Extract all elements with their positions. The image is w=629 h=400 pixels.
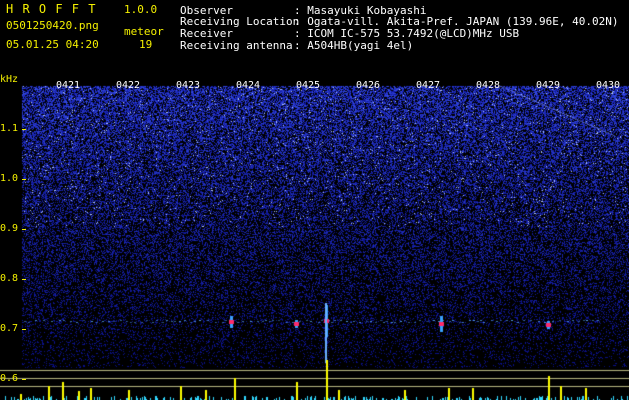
freq-unit-label: kHz <box>0 74 19 85</box>
freq-tick <box>22 379 26 380</box>
antenna-label: Receiving antenna <box>180 39 293 52</box>
freq-tick <box>22 279 26 280</box>
file-name: 0501250420.png <box>6 19 99 32</box>
freq-label-0-8: 0.8 <box>0 273 19 284</box>
header-panel: H R O F F T 1.0.0 0501250420.png meteor … <box>0 0 629 78</box>
time-label-0429: 0429 <box>536 80 561 91</box>
time-label-0426: 0426 <box>356 80 381 91</box>
time-label-0427: 0427 <box>416 80 441 91</box>
date-time: 05.01.25 04:20 <box>6 38 99 51</box>
app-title: H R O F F T <box>6 2 97 16</box>
freq-tick <box>22 179 26 180</box>
meteor-label: meteor <box>124 25 164 38</box>
time-label-0430: 0430 <box>596 80 621 91</box>
freq-label-1-0: 1.0 <box>0 173 19 184</box>
freq-label-0-6: 0.6 <box>0 373 19 384</box>
antenna-value: : A504HB(yagi 4el) <box>294 39 414 52</box>
time-label-0423: 0423 <box>176 80 201 91</box>
time-label-0425: 0425 <box>296 80 321 91</box>
freq-label-0-7: 0.7 <box>0 323 19 334</box>
freq-tick <box>22 129 26 130</box>
freq-label-0-9: 0.9 <box>0 223 19 234</box>
freq-tick <box>22 229 26 230</box>
app-version: 1.0.0 <box>124 3 158 16</box>
freq-label-1-1: 1.1 <box>0 123 19 134</box>
spectrogram-canvas <box>0 78 629 400</box>
time-label-0421: 0421 <box>56 80 81 91</box>
time-label-0424: 0424 <box>236 80 261 91</box>
freq-tick <box>22 329 26 330</box>
time-label-0428: 0428 <box>476 80 501 91</box>
meteor-count: 19 <box>139 38 153 51</box>
time-label-0422: 0422 <box>116 80 141 91</box>
